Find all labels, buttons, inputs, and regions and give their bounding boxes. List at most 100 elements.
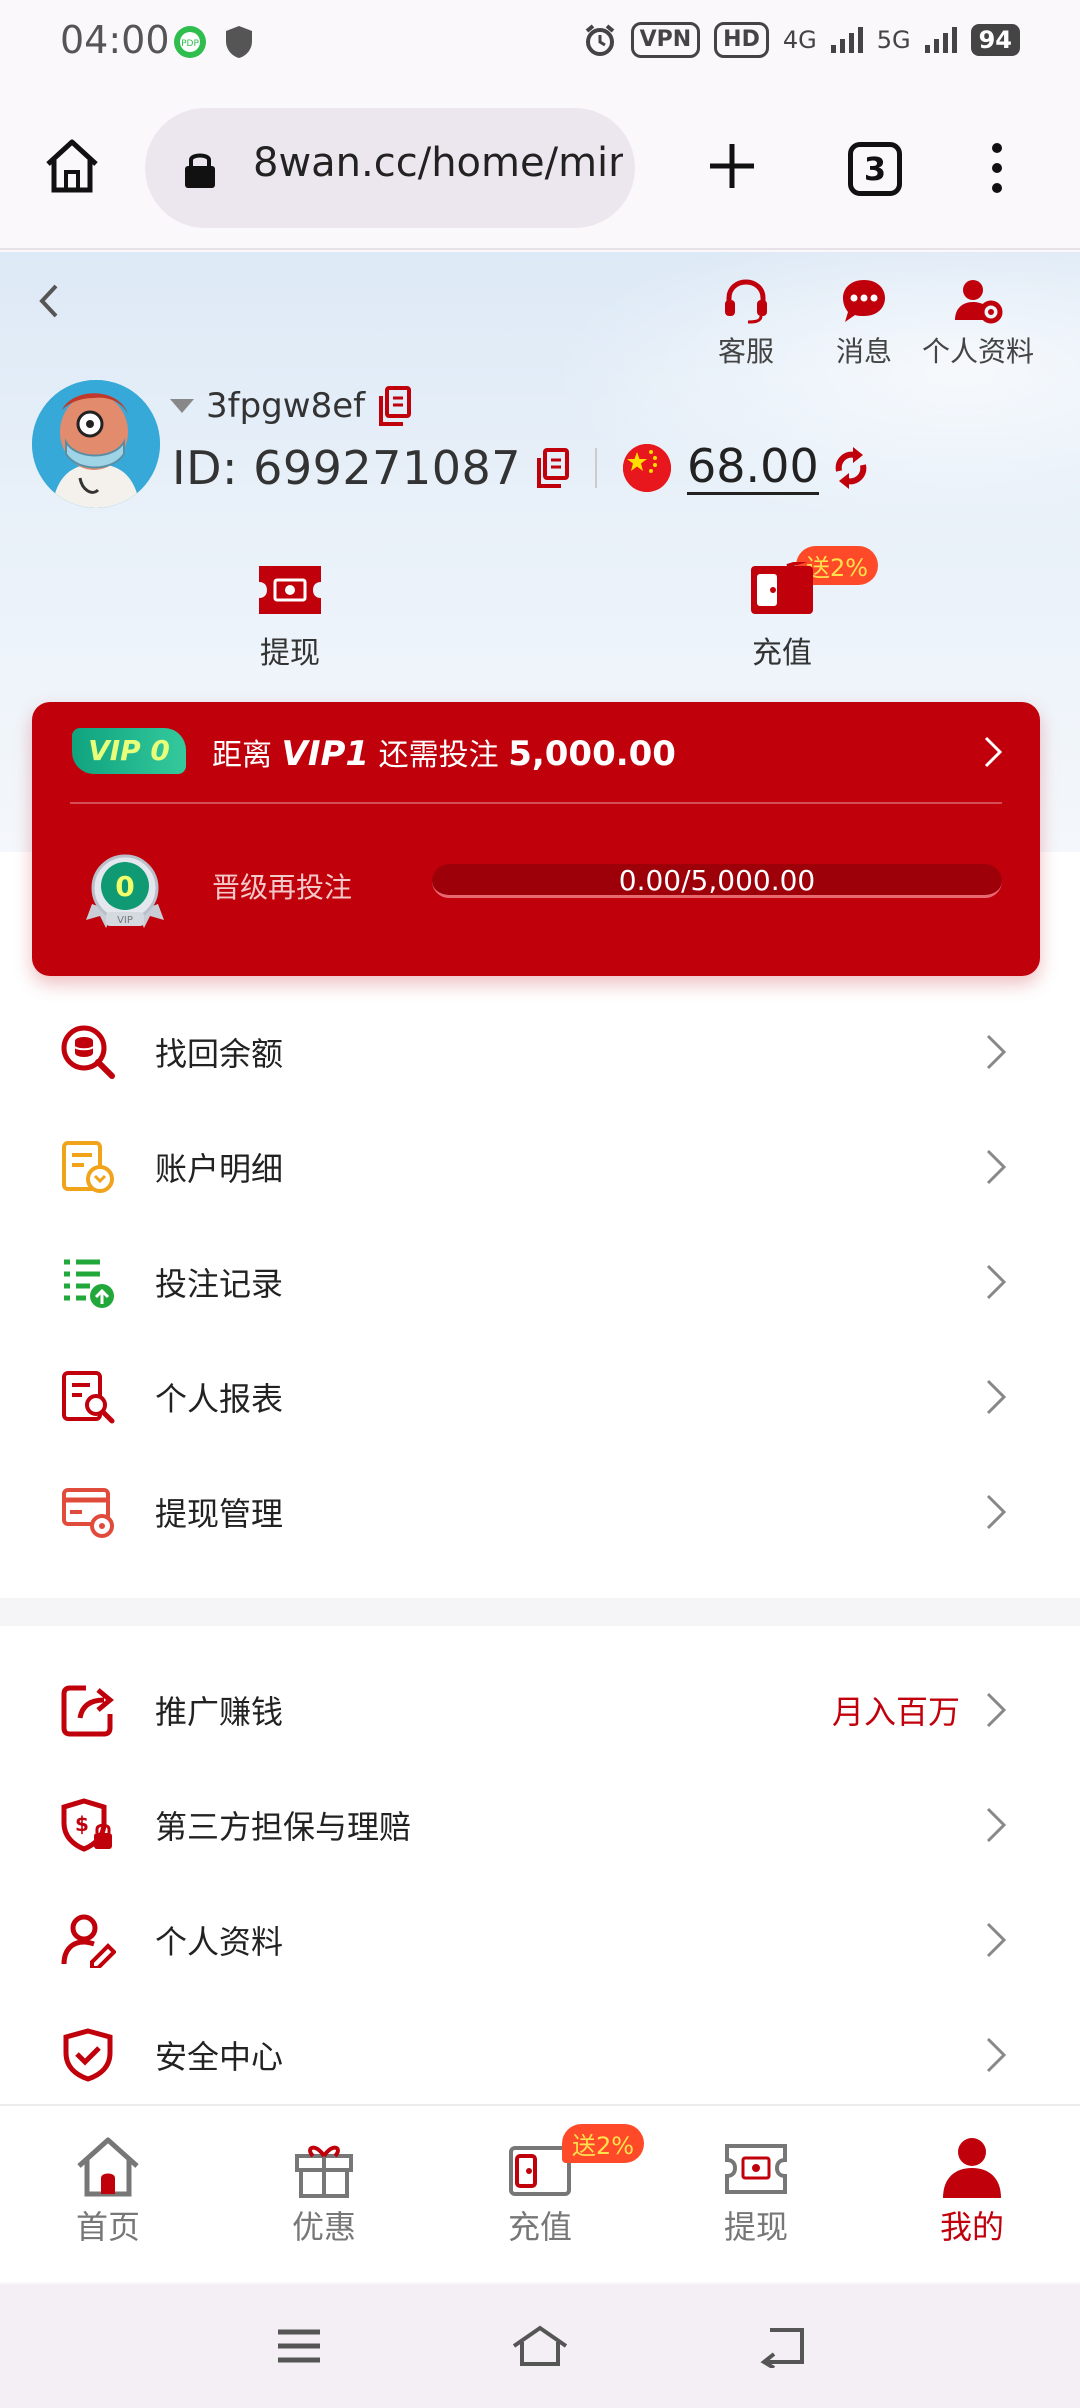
vip-level-tag: VIP 0 — [72, 728, 186, 774]
messages-label: 消息 — [836, 335, 893, 368]
vpn-badge: VPN — [630, 22, 701, 58]
menu-item-withdraw-management[interactable]: 提现管理 — [0, 1454, 1080, 1569]
system-back-icon[interactable] — [756, 2324, 808, 2368]
chevron-right-icon — [986, 1379, 1007, 1414]
tab-label: 提现 — [723, 2208, 788, 2246]
share-icon — [61, 1685, 114, 1737]
shield-notification-icon — [226, 26, 252, 58]
wechat-notification-icon: PDP — [174, 26, 206, 58]
tab-label: 优惠 — [291, 2208, 356, 2246]
user-edit-icon — [61, 1914, 116, 1968]
tab-promotions[interactable]: 优惠 — [254, 2134, 394, 2248]
messages-button[interactable]: 消息 — [836, 276, 892, 370]
section-divider — [0, 1598, 1080, 1626]
menu-label: 账户明细 — [155, 1149, 284, 1188]
tab-recharge-badge: 送2% — [562, 2124, 645, 2163]
tab-label: 充值 — [507, 2208, 572, 2246]
menu-label: 投注记录 — [155, 1264, 284, 1303]
search-coins-icon — [61, 1025, 115, 1079]
avatar[interactable] — [32, 380, 160, 508]
chevron-right-icon — [986, 1264, 1007, 1299]
svg-text:VIP: VIP — [117, 915, 133, 926]
profile-settings-button[interactable]: 个人资料 — [922, 276, 1034, 370]
address-bar[interactable]: 8wan.cc/home/mine — [145, 108, 635, 228]
menu-item-guarantee[interactable]: $ 第三方担保与理赔 — [0, 1767, 1080, 1882]
ticket-icon — [259, 566, 321, 614]
tab-switcher-button[interactable]: 3 — [848, 142, 902, 196]
wallet-icon — [751, 562, 813, 614]
customer-service-label: 客服 — [718, 335, 775, 368]
bottom-tab-bar: 首页 优惠 充值 送2% 提现 我的 — [0, 2104, 1080, 2282]
account-detail-icon — [62, 1141, 114, 1193]
alarm-icon — [585, 24, 614, 56]
recents-menu-icon[interactable] — [274, 2324, 324, 2368]
menu-item-personal-report[interactable]: 个人报表 — [0, 1339, 1080, 1454]
browser-toolbar: 8wan.cc/home/mine 3 — [0, 90, 1080, 250]
system-navigation-bar — [0, 2284, 1080, 2408]
battery-indicator: 94 — [970, 24, 1020, 56]
china-flag-icon — [623, 443, 672, 492]
network-4g: 4G — [782, 26, 817, 54]
signal-icon — [830, 27, 863, 53]
chevron-right-icon — [986, 1034, 1007, 1069]
tab-withdraw[interactable]: 提现 — [686, 2134, 826, 2248]
tab-home[interactable]: 首页 — [38, 2134, 178, 2248]
svg-text:PDP: PDP — [181, 39, 199, 49]
menu-label: 找回余额 — [155, 1034, 284, 1073]
menu-item-account-details[interactable]: 账户明细 — [0, 1109, 1080, 1224]
chevron-right-icon — [986, 1807, 1007, 1842]
upgrade-label: 晋级再投注 — [212, 871, 353, 904]
network-5g: 5G — [876, 26, 911, 54]
customer-service-button[interactable]: 客服 — [718, 276, 774, 370]
menu-item-referral[interactable]: 推广赚钱 月入百万 — [0, 1652, 1080, 1767]
lock-icon — [185, 153, 215, 188]
menu-label: 个人资料 — [155, 1922, 284, 1961]
chevron-right-icon — [986, 1692, 1007, 1727]
person-icon — [943, 2138, 1001, 2198]
menu-item-profile[interactable]: 个人资料 — [0, 1882, 1080, 1997]
copy-username-icon[interactable] — [377, 386, 413, 426]
vip-card[interactable]: VIP 0 距离 VIP1 还需投注 5,000.00 0 VIP 晋级再投注 … — [32, 702, 1040, 976]
vip-progress-text: 0.00/5,000.00 — [618, 864, 816, 897]
recharge-quick-button[interactable]: 充值 — [732, 562, 832, 672]
menu-group-more: 推广赚钱 月入百万 $ 第三方担保与理赔 个人资料 安全中心 — [0, 1652, 1080, 2104]
headset-icon — [725, 279, 767, 324]
browser-home-icon[interactable] — [42, 136, 102, 196]
new-tab-icon[interactable] — [702, 136, 762, 196]
chat-bubble-icon — [843, 280, 885, 322]
home-icon — [77, 2137, 139, 2197]
vip-progress-bar: 0.00/5,000.00 — [432, 864, 1002, 898]
withdraw-quick-button[interactable]: 提现 — [240, 562, 340, 672]
bet-record-icon — [64, 1259, 114, 1308]
hd-badge: HD — [714, 22, 769, 58]
more-menu-icon[interactable] — [982, 138, 1012, 198]
refresh-balance-icon[interactable] — [831, 446, 871, 489]
copy-id-icon[interactable] — [535, 447, 571, 488]
back-arrow-icon[interactable] — [28, 276, 68, 326]
report-search-icon — [62, 1371, 115, 1424]
status-time: 04:00 — [60, 18, 170, 62]
url-text: 8wan.cc/home/mine — [253, 140, 623, 186]
avatar-image — [32, 380, 160, 508]
menu-item-recover-balance[interactable]: 找回余额 — [0, 994, 1080, 1109]
shield-dollar-icon: $ — [61, 1798, 112, 1852]
chevron-right-icon — [986, 1922, 1007, 1957]
chevron-right-icon[interactable] — [978, 732, 1008, 772]
dropdown-triangle-icon[interactable] — [170, 399, 194, 413]
menu-item-security-center[interactable]: 安全中心 — [0, 1997, 1080, 2104]
status-bar: 04:00 PDP VPN HD 4G 5G 94 — [0, 0, 1080, 90]
username: 3fpgw8ef — [206, 386, 366, 426]
signal-icon — [924, 27, 957, 53]
tab-label: 我的 — [939, 2208, 1004, 2246]
menu-label: 个人报表 — [155, 1379, 284, 1418]
menu-item-bet-records[interactable]: 投注记录 — [0, 1224, 1080, 1339]
system-home-icon[interactable] — [510, 2324, 570, 2368]
menu-label: 推广赚钱 — [155, 1692, 284, 1731]
user-id: ID: 699271087 — [172, 440, 522, 495]
tab-mine[interactable]: 我的 — [902, 2134, 1042, 2248]
page-content: 客服 消息 个人资料 3fpgw8ef ID: 699271087 68.00 … — [0, 252, 1080, 2104]
recharge-quick-label: 充值 — [752, 636, 812, 671]
tab-label: 首页 — [75, 2208, 140, 2246]
menu-group-account: 找回余额 账户明细 投注记录 个人报表 提现管理 — [0, 994, 1080, 1569]
shield-check-icon — [63, 2028, 113, 2082]
